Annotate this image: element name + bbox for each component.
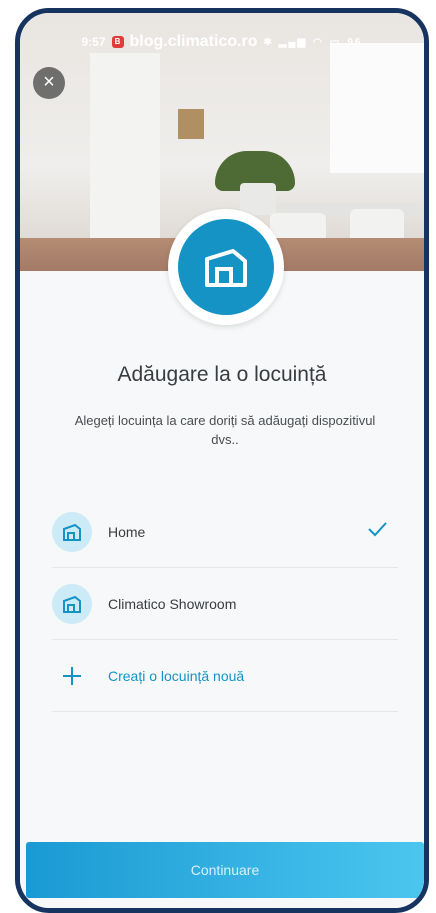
record-badge: B	[111, 36, 124, 48]
checkmark-icon	[368, 522, 387, 537]
close-icon[interactable]: ×	[33, 67, 65, 99]
continue-label: Continuare	[190, 862, 260, 878]
wifi-icon: ◠	[313, 36, 324, 48]
continue-button[interactable]: Continuare	[26, 842, 424, 898]
site-watermark: blog.climatico.ro	[129, 33, 258, 50]
page-subtitle: Alegeți locuința la care doriți să adăug…	[74, 413, 376, 447]
home-indicator[interactable]	[150, 909, 300, 913]
home-list: Home Climatico Showroom Creați o locuinț…	[52, 496, 398, 712]
building-icon	[52, 511, 92, 552]
plus-icon	[52, 666, 92, 686]
home-item-label: Home	[108, 523, 146, 540]
status-bar: 9:57 B blog.climatico.ro ✱ ▂▄▆ ◠ ▭ 96	[20, 33, 424, 51]
page-title: Adăugare la o locuință	[117, 363, 327, 386]
phone-frame: 9:57 B blog.climatico.ro ✱ ▂▄▆ ◠ ▭ 96 × …	[15, 8, 429, 913]
battery-level: 96	[347, 36, 363, 48]
building-icon	[205, 249, 247, 287]
signal-icon: ✱ ▂▄▆	[263, 36, 308, 48]
create-home-button[interactable]: Creați o locuință nouă	[52, 640, 398, 712]
home-badge	[168, 209, 284, 325]
home-item-label: Climatico Showroom	[108, 595, 237, 612]
home-item-climatico-showroom[interactable]: Climatico Showroom	[52, 568, 398, 640]
create-home-label: Creați o locuință nouă	[108, 667, 245, 684]
home-item-home[interactable]: Home	[52, 496, 398, 568]
building-icon	[52, 583, 92, 624]
status-time: 9:57	[81, 35, 106, 49]
battery-icon: ▭	[329, 36, 342, 48]
